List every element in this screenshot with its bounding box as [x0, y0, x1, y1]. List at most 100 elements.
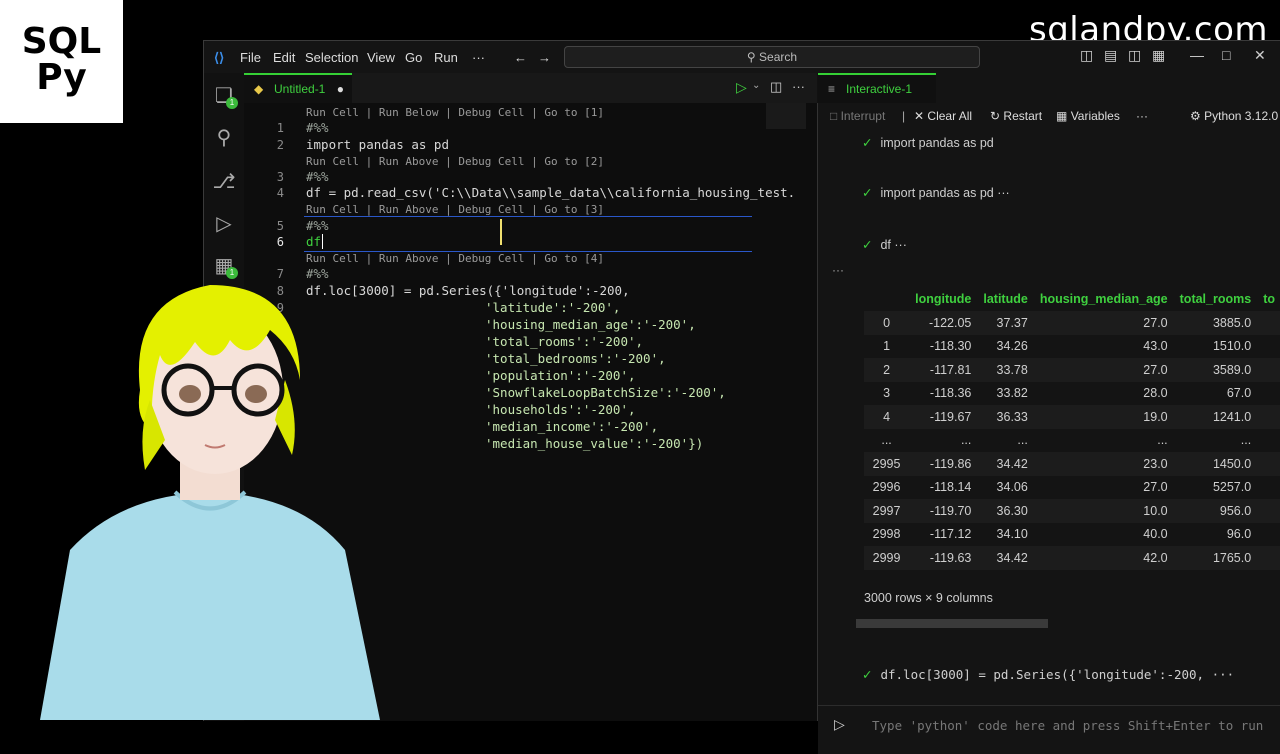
check-icon: ✓ — [862, 186, 873, 200]
column-header: housing_median_age — [1039, 292, 1168, 306]
column-header: longitude — [915, 292, 972, 306]
minimize-icon[interactable]: — — [1190, 47, 1204, 63]
python-file-icon: ◆ — [254, 82, 264, 96]
menu-view[interactable]: View — [367, 50, 395, 65]
run-input-icon[interactable]: ▷ — [834, 716, 845, 733]
editor-more-icon[interactable]: ··· — [792, 79, 805, 94]
table-row: 4 -119.67 36.33 19.0 1241.0 — [864, 405, 1280, 429]
tab-untitled-1[interactable]: ◆ Untitled-1 ● — [244, 73, 352, 103]
active-cell-top-border — [304, 216, 752, 217]
menu-run[interactable]: Run — [434, 50, 458, 65]
table-row: 1 -118.30 34.26 43.0 1510.0 — [864, 335, 1280, 359]
executed-cell[interactable]: ✓ df.loc[3000] = pd.Series({'longitude':-… — [862, 667, 1234, 682]
menu-file[interactable]: File — [240, 50, 261, 65]
table-row: 0 -122.05 37.37 27.0 3885.0 — [864, 311, 1280, 335]
dataframe-output: longitude latitude housing_median_age to… — [864, 287, 1280, 570]
codelens-cell-1[interactable]: Run Cell | Run Below | Debug Cell | Go t… — [306, 106, 604, 119]
interactive-window: ≡ Interactive-1 □ Interrupt | ✕ Clear Al… — [818, 73, 1280, 754]
output-more-icon[interactable]: ··· — [832, 263, 844, 277]
restart-button[interactable]: ↻ Restart — [990, 109, 1042, 123]
dataframe-shape: 3000 rows × 9 columns — [864, 591, 993, 605]
codelens-cell-3[interactable]: Run Cell | Run Above | Debug Cell | Go t… — [306, 203, 604, 216]
table-cell: 43.0 — [1143, 339, 1168, 354]
cell-marker: #%% — [306, 169, 329, 184]
maximize-icon[interactable]: □ — [1222, 47, 1230, 63]
menu-edit[interactable]: Edit — [273, 50, 295, 65]
table-row: 3 -118.36 33.82 28.0 67.0 — [864, 382, 1280, 406]
code-continuation: 'median_income':'-200', — [485, 419, 659, 434]
search-sidebar-icon[interactable]: ⚲ — [212, 125, 236, 149]
table-cell: 34.26 — [996, 339, 1028, 354]
code-continuation: 'SnowflakeLoopBatchSize':'-200', — [485, 385, 726, 400]
restart-label: Restart — [1003, 109, 1043, 123]
column-header — [864, 287, 909, 311]
toolbar-more-button[interactable]: ··· — [1136, 109, 1148, 123]
executed-cell[interactable]: ✓ df ··· — [862, 237, 907, 252]
table-cell: 3589.0 — [1173, 358, 1258, 382]
line-number: 5 — [276, 219, 284, 233]
minimap[interactable] — [766, 103, 806, 129]
interactive-input[interactable]: ▷ Type 'python' code here and press Shif… — [818, 705, 1280, 754]
cell-summary: df ··· — [880, 238, 907, 252]
unsaved-dot-icon[interactable]: ● — [337, 75, 344, 103]
table-cell: 27.0 — [1033, 358, 1174, 382]
variables-button[interactable]: ▦ Variables — [1056, 109, 1120, 123]
clear-all-button[interactable]: ✕ Clear All — [914, 109, 972, 123]
line-number: 6 — [276, 235, 284, 249]
run-file-icon[interactable]: ▷ — [736, 79, 747, 96]
codelens-cell-2[interactable]: Run Cell | Run Above | Debug Cell | Go t… — [306, 155, 604, 168]
executed-cell[interactable]: ✓ import pandas as pd — [862, 135, 994, 150]
cell-summary: import pandas as pd ··· — [880, 186, 1010, 200]
close-icon[interactable]: ✕ — [1254, 47, 1266, 64]
layout-sidebar-icon[interactable]: ◫ — [1080, 47, 1093, 64]
layout-customize-icon[interactable]: ▦ — [1152, 47, 1165, 64]
layout-panel-icon[interactable]: ▤ — [1104, 47, 1117, 64]
table-cell — [1257, 476, 1280, 500]
code-line-read-csv: df = pd.read_csv('C:\\Data\\sample_data\… — [306, 185, 796, 200]
table-cell: -118.36 — [929, 386, 972, 401]
codelens-cell-4[interactable]: Run Cell | Run Above | Debug Cell | Go t… — [306, 252, 604, 265]
check-icon: ✓ — [862, 668, 873, 682]
menu-more[interactable]: ··· — [472, 50, 485, 65]
menu-selection[interactable]: Selection — [305, 50, 358, 65]
vtuber-avatar — [40, 285, 380, 720]
table-cell: 42.0 — [1033, 546, 1174, 570]
table-row: 2995 -119.86 34.42 23.0 1450.0 — [864, 452, 1280, 476]
table-cell — [1257, 358, 1280, 382]
tab-label: Untitled-1 — [274, 82, 326, 96]
run-dropdown-icon[interactable]: ⌄ — [752, 80, 760, 91]
code-continuation: 'median_house_value':'-200'}) — [485, 436, 704, 451]
line-number: 3 — [276, 170, 284, 184]
table-cell: 27.0 — [1143, 480, 1168, 495]
run-debug-icon[interactable]: ▷ — [212, 211, 236, 235]
table-cell — [1257, 429, 1280, 453]
nav-forward-icon[interactable]: → — [538, 50, 551, 65]
command-search[interactable]: ⚲ Search — [564, 46, 980, 68]
table-cell — [1257, 499, 1280, 523]
table-cell: 33.78 — [977, 358, 1034, 382]
source-control-icon[interactable]: ⎇ — [212, 169, 236, 193]
code-continuation: 'total_rooms':'-200', — [485, 334, 644, 349]
interrupt-button[interactable]: □ Interrupt — [830, 109, 885, 123]
toolbar-divider: | — [902, 109, 906, 123]
table-cell: -122.05 — [909, 311, 978, 335]
sqlpy-logo: SQL Py — [0, 0, 123, 123]
table-header-row: longitude latitude housing_median_age to… — [864, 287, 1280, 311]
nav-back-icon[interactable]: ← — [514, 50, 527, 65]
tab-interactive-1[interactable]: ≡ Interactive-1 — [818, 73, 936, 103]
layout-secondary-icon[interactable]: ◫ — [1128, 47, 1141, 64]
code-continuation: 'total_bedrooms':'-200', — [485, 351, 666, 366]
explorer-badge: 1 — [226, 97, 238, 109]
table-cell: 36.33 — [977, 405, 1034, 429]
table-cell: ... — [960, 433, 972, 448]
horizontal-scrollbar[interactable] — [856, 619, 1048, 628]
table-cell: -118.14 — [929, 480, 972, 495]
kernel-picker[interactable]: ⚙ Python 3.12.0 — [1190, 109, 1278, 123]
executed-cell[interactable]: ✓ import pandas as pd ··· — [862, 185, 1010, 200]
table-cell: 34.42 — [977, 546, 1034, 570]
stop-icon: □ — [830, 109, 838, 123]
split-editor-icon[interactable]: ◫ — [770, 79, 782, 95]
table-cell: ... — [1157, 433, 1168, 448]
menu-go[interactable]: Go — [405, 50, 422, 65]
table-row: 2996 -118.14 34.06 27.0 5257.0 — [864, 476, 1280, 500]
